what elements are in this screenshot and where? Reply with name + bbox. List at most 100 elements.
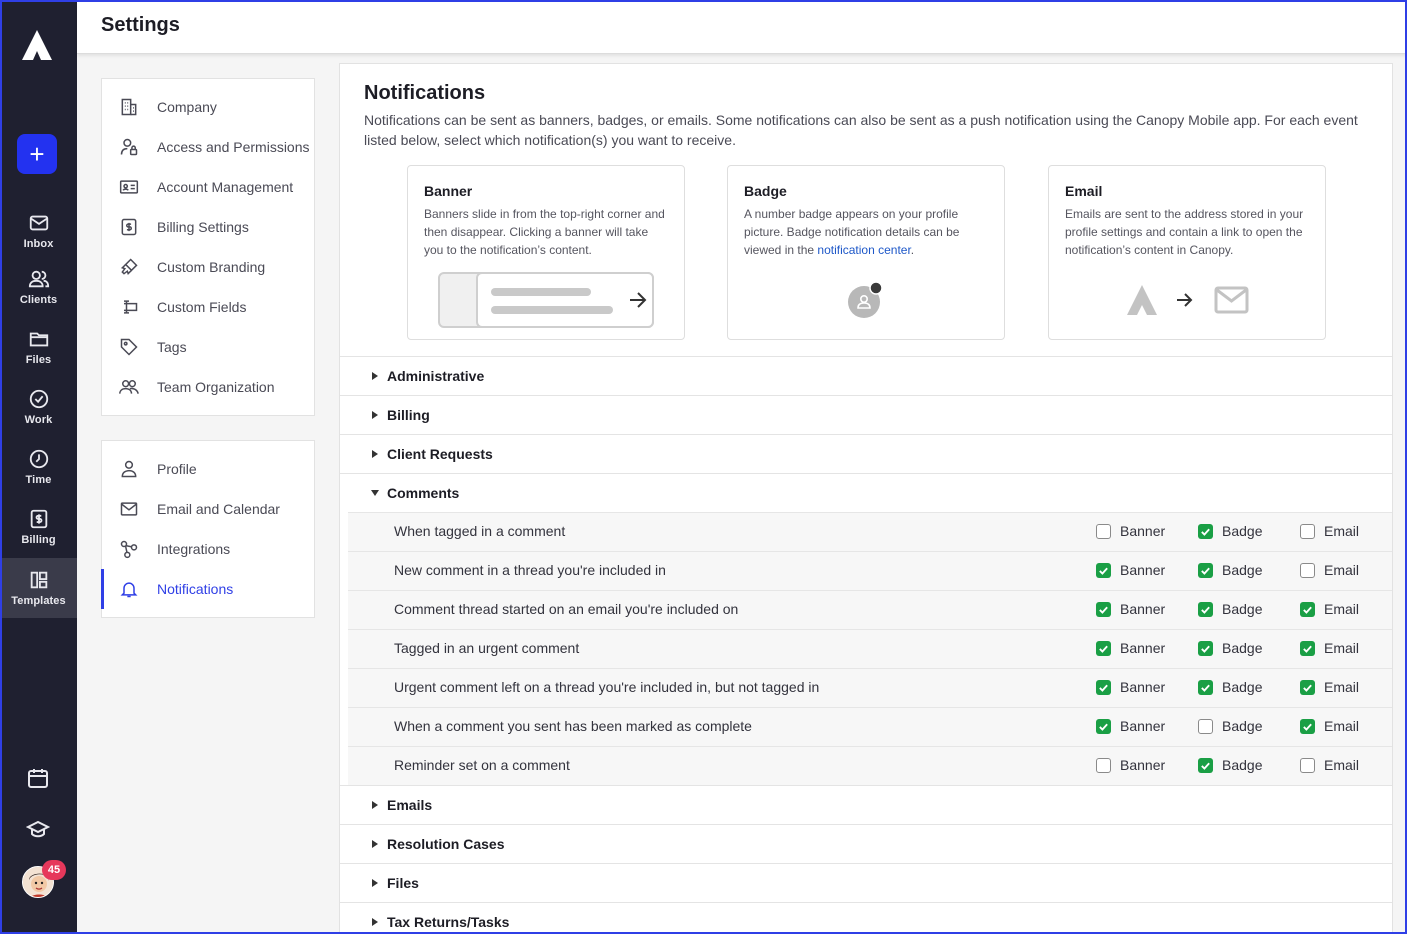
rail-item-billing[interactable]: Billing <box>0 497 77 557</box>
email-option[interactable]: Email <box>1300 601 1359 617</box>
menu-item-account-management[interactable]: Account Management <box>102 167 314 207</box>
option-label: Banner <box>1120 757 1166 773</box>
section-resolution-cases[interactable]: Resolution Cases <box>340 824 1392 863</box>
team-icon <box>118 376 140 398</box>
panel-title: Notifications <box>364 82 486 104</box>
firm-settings-menu: Company Access and Permissions Account M… <box>101 78 315 416</box>
banner-checkbox[interactable] <box>1096 757 1111 773</box>
badge-option[interactable]: Badge <box>1198 640 1262 656</box>
banner-option[interactable]: Banner <box>1096 562 1165 578</box>
section-billing[interactable]: Billing <box>340 395 1392 434</box>
badge-option[interactable]: Badge <box>1198 757 1262 773</box>
rail-item-time[interactable]: Time <box>0 437 77 497</box>
email-checkbox[interactable] <box>1300 640 1315 656</box>
banner-checkbox[interactable] <box>1096 562 1111 578</box>
caret-right-icon <box>370 371 380 381</box>
banner-option[interactable]: Banner <box>1096 523 1165 539</box>
menu-item-profile[interactable]: Profile <box>102 449 314 489</box>
badge-checkbox[interactable] <box>1198 679 1213 695</box>
option-label: Email <box>1324 679 1360 695</box>
rail-item-inbox[interactable]: Inbox <box>0 201 77 261</box>
menu-label: Account Management <box>157 179 294 195</box>
email-option[interactable]: Email <box>1300 562 1359 578</box>
calendar-icon[interactable] <box>26 766 50 790</box>
card-text-part: . <box>910 243 915 257</box>
card-title: Banner <box>424 183 473 199</box>
email-option[interactable]: Email <box>1300 523 1359 539</box>
badge-option[interactable]: Badge <box>1198 718 1262 734</box>
email-checkbox[interactable] <box>1300 601 1315 617</box>
section-administrative[interactable]: Administrative <box>340 356 1392 395</box>
email-option[interactable]: Email <box>1300 679 1359 695</box>
caret-right-icon <box>370 449 380 459</box>
option-label: Badge <box>1222 679 1263 695</box>
section-files[interactable]: Files <box>340 863 1392 902</box>
banner-checkbox[interactable] <box>1096 640 1111 656</box>
section-client-requests[interactable]: Client Requests <box>340 434 1392 473</box>
option-label: Badge <box>1222 718 1263 734</box>
menu-item-billing-settings[interactable]: Billing Settings <box>102 207 314 247</box>
rail-label: Billing <box>21 534 56 546</box>
add-button[interactable]: + <box>17 134 57 174</box>
canopy-logo[interactable] <box>20 28 54 62</box>
section-comments[interactable]: Comments <box>340 473 1392 512</box>
banner-checkbox[interactable] <box>1096 601 1111 617</box>
badge-option[interactable]: Badge <box>1198 679 1262 695</box>
badge-checkbox[interactable] <box>1198 601 1213 617</box>
user-lock-icon <box>118 136 140 158</box>
banner-option[interactable]: Banner <box>1096 601 1165 617</box>
menu-label: Integrations <box>157 541 231 557</box>
banner-option[interactable]: Banner <box>1096 757 1165 773</box>
row-label: Urgent comment left on a thread you're i… <box>394 679 820 695</box>
email-option[interactable]: Email <box>1300 757 1359 773</box>
email-option[interactable]: Email <box>1300 640 1359 656</box>
email-checkbox[interactable] <box>1300 523 1315 539</box>
email-checkbox[interactable] <box>1300 562 1315 578</box>
badge-option[interactable]: Badge <box>1198 601 1262 617</box>
section-title: Client Requests <box>387 446 493 462</box>
menu-item-company[interactable]: Company <box>102 87 314 127</box>
menu-item-integrations[interactable]: Integrations <box>102 529 314 569</box>
banner-checkbox[interactable] <box>1096 679 1111 695</box>
row-label: Tagged in an urgent comment <box>394 640 580 656</box>
menu-label: Tags <box>157 339 187 355</box>
notification-center-link[interactable]: notification center <box>817 243 910 257</box>
badge-checkbox[interactable] <box>1198 718 1213 734</box>
badge-checkbox[interactable] <box>1198 757 1213 773</box>
custom-field-icon <box>118 296 140 318</box>
section-emails[interactable]: Emails <box>340 785 1392 824</box>
menu-item-access-permissions[interactable]: Access and Permissions <box>102 127 314 167</box>
banner-checkbox[interactable] <box>1096 718 1111 734</box>
app-nav-rail: + Inbox Clients Files Work Time Billing … <box>0 0 77 934</box>
notifications-panel: Notifications Notifications can be sent … <box>339 63 1393 934</box>
email-checkbox[interactable] <box>1300 679 1315 695</box>
menu-item-custom-branding[interactable]: Custom Branding <box>102 247 314 287</box>
banner-checkbox[interactable] <box>1096 523 1111 539</box>
rail-item-clients[interactable]: Clients <box>0 257 77 317</box>
rail-item-templates[interactable]: Templates <box>0 558 77 618</box>
menu-item-custom-fields[interactable]: Custom Fields <box>102 287 314 327</box>
badge-checkbox[interactable] <box>1198 523 1213 539</box>
rail-item-work[interactable]: Work <box>0 377 77 437</box>
menu-item-email-calendar[interactable]: Email and Calendar <box>102 489 314 529</box>
menu-item-tags[interactable]: Tags <box>102 327 314 367</box>
badge-option[interactable]: Badge <box>1198 523 1262 539</box>
badge-checkbox[interactable] <box>1198 640 1213 656</box>
option-label: Email <box>1324 718 1360 734</box>
banner-option[interactable]: Banner <box>1096 718 1165 734</box>
notification-count-badge: 45 <box>42 860 66 880</box>
rail-item-files[interactable]: Files <box>0 317 77 377</box>
panel-description: Notifications can be sent as banners, ba… <box>364 112 1358 148</box>
menu-label: Access and Permissions <box>157 139 310 155</box>
email-option[interactable]: Email <box>1300 718 1359 734</box>
section-tax-returns-tasks[interactable]: Tax Returns/Tasks <box>340 902 1392 934</box>
banner-option[interactable]: Banner <box>1096 640 1165 656</box>
email-checkbox[interactable] <box>1300 718 1315 734</box>
menu-item-team-organization[interactable]: Team Organization <box>102 367 314 407</box>
banner-option[interactable]: Banner <box>1096 679 1165 695</box>
badge-checkbox[interactable] <box>1198 562 1213 578</box>
menu-item-notifications[interactable]: Notifications <box>101 569 314 609</box>
email-checkbox[interactable] <box>1300 757 1315 773</box>
graduation-cap-icon[interactable] <box>26 818 50 842</box>
badge-option[interactable]: Badge <box>1198 562 1262 578</box>
